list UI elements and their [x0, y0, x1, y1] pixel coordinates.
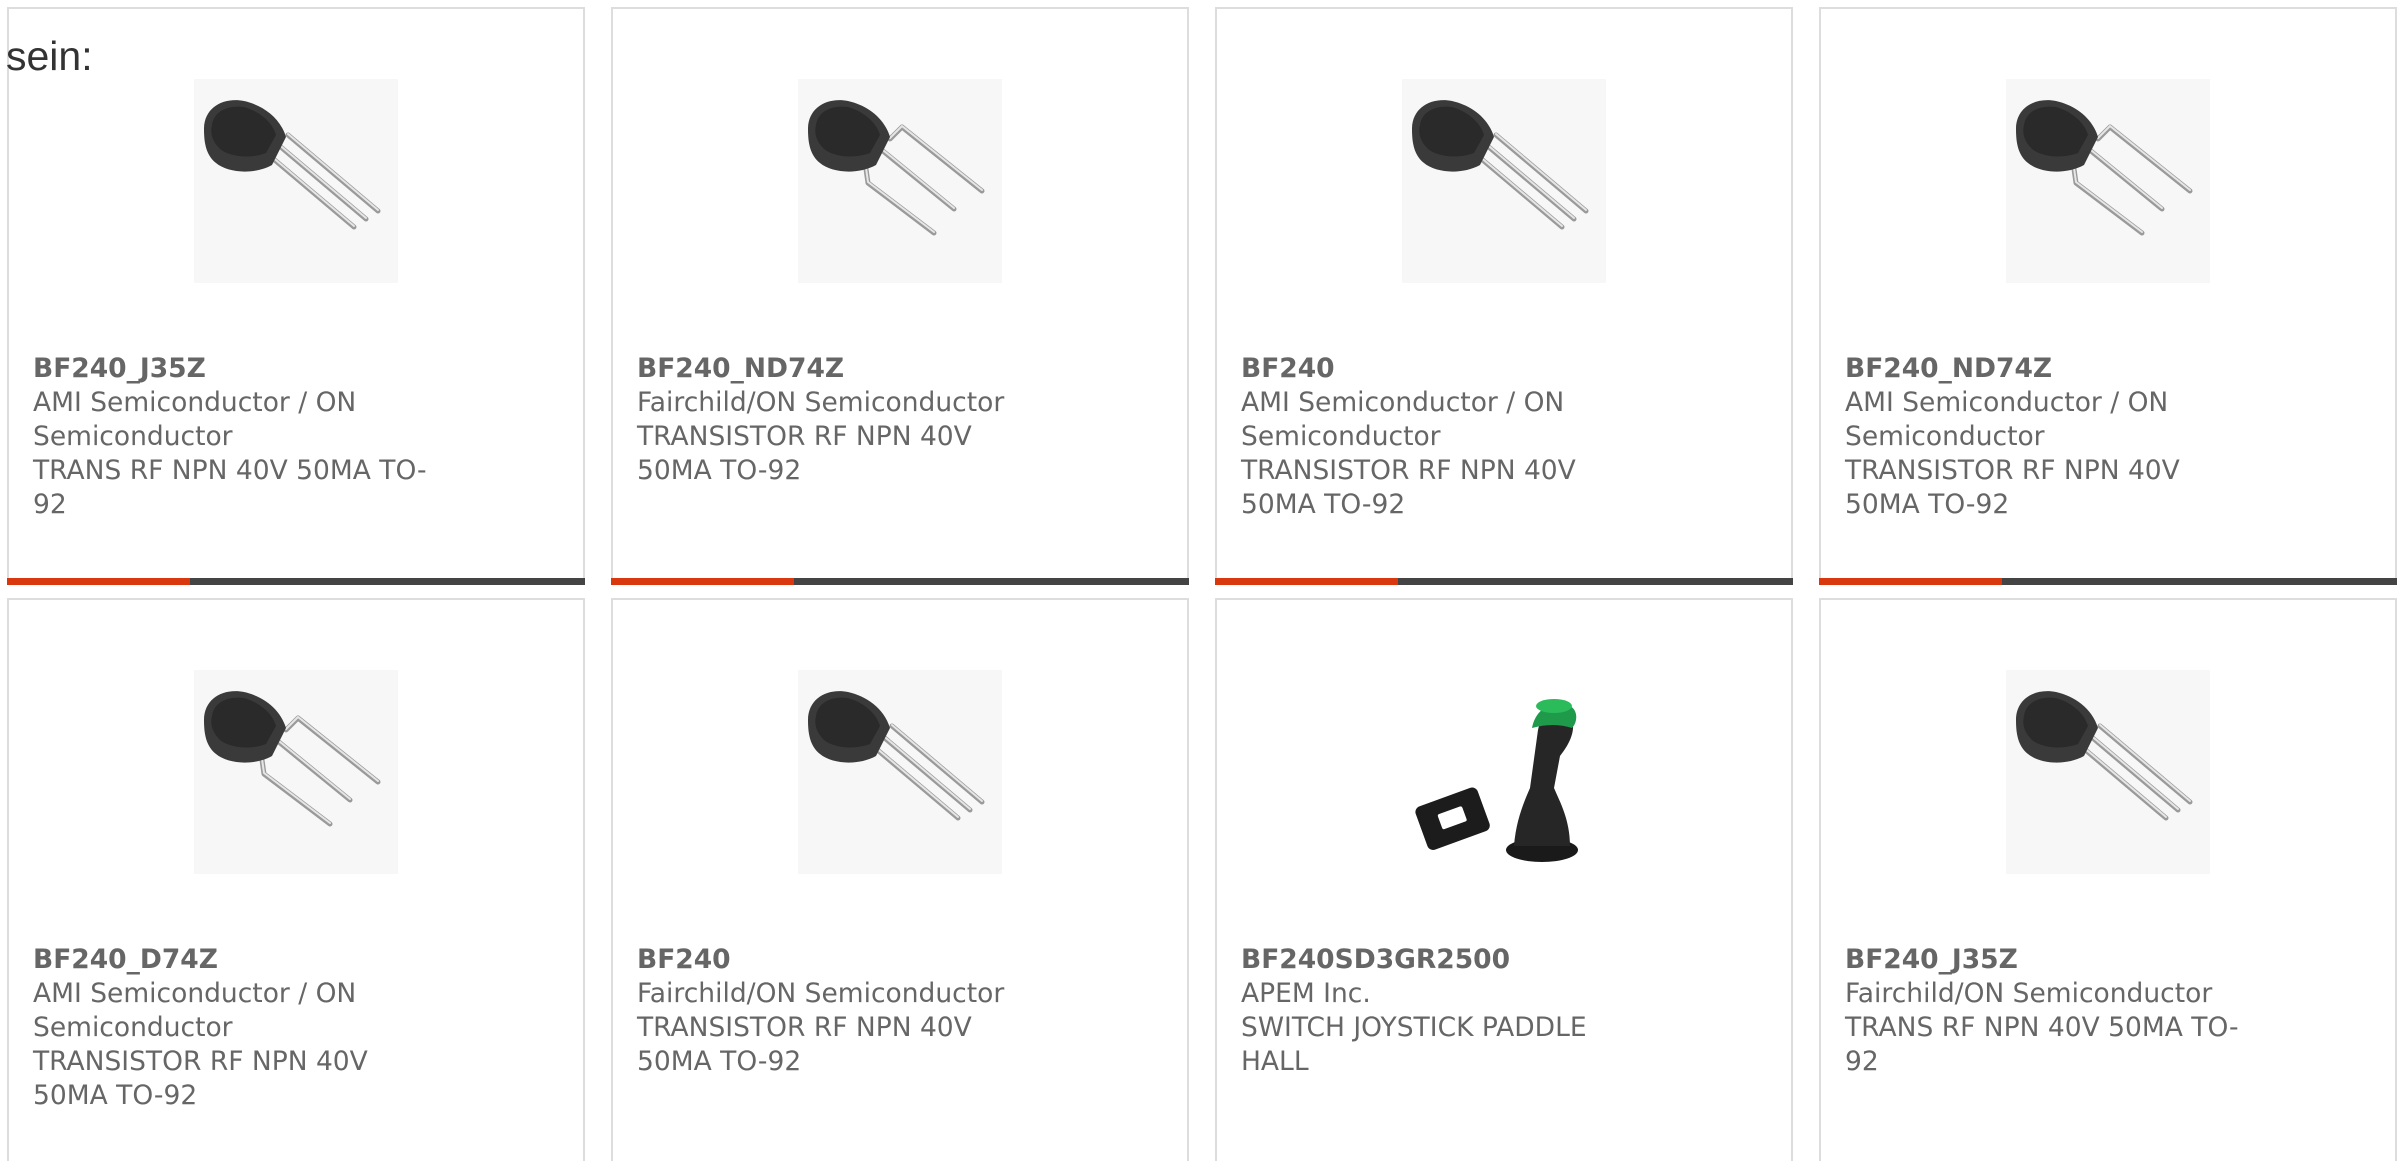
transistor-image[interactable] — [798, 670, 1002, 874]
card-bottom-bar — [7, 578, 585, 585]
manufacturer: Fairchild/ON Semiconductor — [637, 387, 1005, 418]
transistor-image[interactable] — [2006, 79, 2210, 283]
description: TRANSISTOR RF NPN 40V 50MA TO-92 — [1845, 455, 2180, 520]
description: TRANS RF NPN 40V 50MA TO-92 — [33, 455, 427, 520]
description: TRANSISTOR RF NPN 40V 50MA TO-92 — [637, 1012, 972, 1077]
transistor-image[interactable] — [194, 79, 398, 283]
transistor-image[interactable] — [194, 670, 398, 874]
product-card[interactable]: BF240_J35Z AMI Semiconductor / ON Semico… — [7, 7, 585, 585]
card-bottom-bar — [1215, 578, 1793, 585]
description: TRANS RF NPN 40V 50MA TO-92 — [1845, 1012, 2239, 1077]
manufacturer: Fairchild/ON Semiconductor — [1845, 978, 2213, 1009]
card-bottom-bar — [1819, 578, 2397, 585]
product-results-page: sein: BF240_J35Z AMI Semiconductor / ON … — [0, 0, 2400, 1161]
part-number[interactable]: BF240_ND74Z — [637, 352, 1047, 386]
transistor-image[interactable] — [1402, 79, 1606, 283]
card-accent-bar — [1819, 578, 2002, 585]
description: TRANSISTOR RF NPN 40V 50MA TO-92 — [1241, 455, 1576, 520]
card-accent-bar — [7, 578, 190, 585]
description: TRANSISTOR RF NPN 40V 50MA TO-92 — [637, 421, 972, 486]
transistor-image[interactable] — [2006, 670, 2210, 874]
product-info: BF240_J35Z AMI Semiconductor / ON Semico… — [33, 352, 443, 522]
product-info: BF240 AMI Semiconductor / ON Semiconduct… — [1241, 352, 1651, 522]
joystick-image[interactable] — [1402, 670, 1606, 874]
transistor-image[interactable] — [798, 79, 1002, 283]
product-info: BF240SD3GR2500 APEM Inc. SWITCH JOYSTICK… — [1241, 943, 1651, 1079]
part-number[interactable]: BF240_J35Z — [1845, 943, 2255, 977]
part-number[interactable]: BF240 — [637, 943, 1047, 977]
manufacturer: AMI Semiconductor / ON Semiconductor — [33, 978, 357, 1043]
product-card[interactable]: BF240_J35Z Fairchild/ON Semiconductor TR… — [1819, 598, 2397, 1161]
description: TRANSISTOR RF NPN 40V 50MA TO-92 — [33, 1046, 368, 1111]
intro-text: sein: — [6, 33, 93, 79]
card-accent-bar — [611, 578, 794, 585]
product-info: BF240_ND74Z AMI Semiconductor / ON Semic… — [1845, 352, 2255, 522]
description: SWITCH JOYSTICK PADDLE HALL — [1241, 1012, 1587, 1077]
part-number[interactable]: BF240_J35Z — [33, 352, 443, 386]
product-card[interactable]: BF240SD3GR2500 APEM Inc. SWITCH JOYSTICK… — [1215, 598, 1793, 1161]
part-number[interactable]: BF240SD3GR2500 — [1241, 943, 1651, 977]
product-info: BF240 Fairchild/ON Semiconductor TRANSIS… — [637, 943, 1047, 1079]
product-card[interactable]: BF240_ND74Z Fairchild/ON Semiconductor T… — [611, 7, 1189, 585]
card-accent-bar — [1215, 578, 1398, 585]
product-card[interactable]: BF240 AMI Semiconductor / ON Semiconduct… — [1215, 7, 1793, 585]
product-info: BF240_J35Z Fairchild/ON Semiconductor TR… — [1845, 943, 2255, 1079]
part-number[interactable]: BF240 — [1241, 352, 1651, 386]
product-info: BF240_D74Z AMI Semiconductor / ON Semico… — [33, 943, 443, 1113]
product-grid: BF240_J35Z AMI Semiconductor / ON Semico… — [7, 7, 2397, 1161]
manufacturer: APEM Inc. — [1241, 978, 1371, 1009]
part-number[interactable]: BF240_ND74Z — [1845, 352, 2255, 386]
card-bottom-bar — [611, 578, 1189, 585]
product-card[interactable]: BF240 Fairchild/ON Semiconductor TRANSIS… — [611, 598, 1189, 1161]
manufacturer: AMI Semiconductor / ON Semiconductor — [1241, 387, 1565, 452]
manufacturer: AMI Semiconductor / ON Semiconductor — [33, 387, 357, 452]
product-card[interactable]: BF240_D74Z AMI Semiconductor / ON Semico… — [7, 598, 585, 1161]
manufacturer: AMI Semiconductor / ON Semiconductor — [1845, 387, 2169, 452]
product-card[interactable]: BF240_ND74Z AMI Semiconductor / ON Semic… — [1819, 7, 2397, 585]
manufacturer: Fairchild/ON Semiconductor — [637, 978, 1005, 1009]
part-number[interactable]: BF240_D74Z — [33, 943, 443, 977]
product-info: BF240_ND74Z Fairchild/ON Semiconductor T… — [637, 352, 1047, 488]
